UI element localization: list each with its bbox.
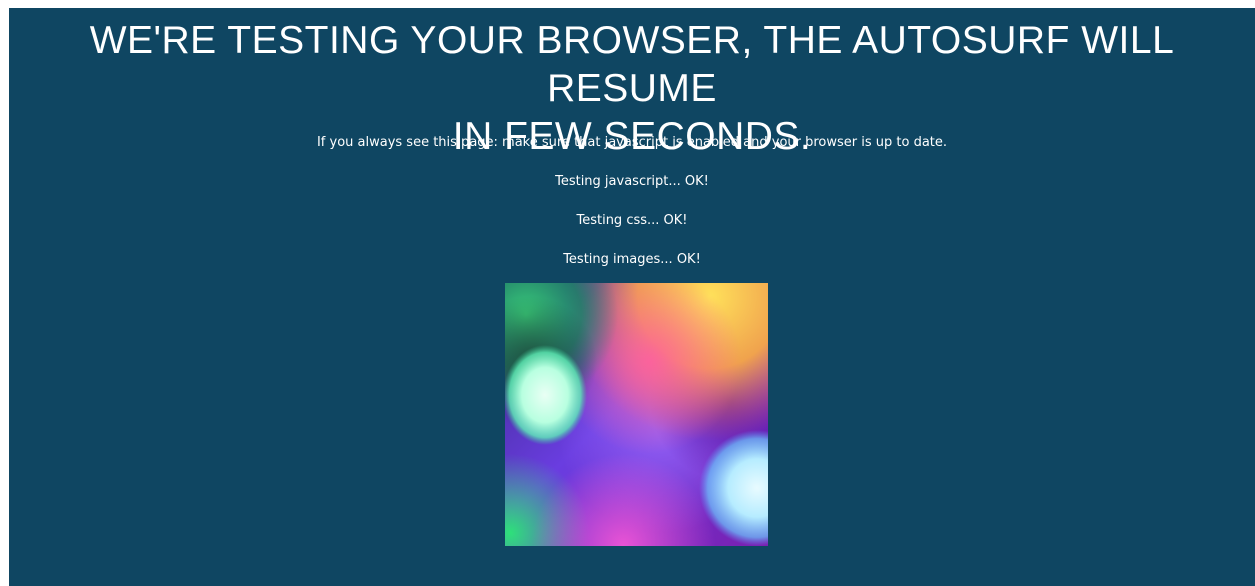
test-image [505, 283, 768, 546]
page-title-line-1: WE'RE TESTING YOUR BROWSER, THE AUTOSURF… [89, 19, 1175, 110]
browser-help-message: If you always see this page: make sure t… [316, 135, 948, 150]
test-status-images: Testing images... OK! [563, 252, 701, 267]
test-status-css: Testing css... OK! [576, 213, 688, 228]
test-status-javascript: Testing javascript... OK! [555, 174, 709, 189]
bokeh-image-graphic [505, 283, 768, 546]
test-page: WE'RE TESTING YOUR BROWSER, THE AUTOSURF… [9, 8, 1255, 586]
